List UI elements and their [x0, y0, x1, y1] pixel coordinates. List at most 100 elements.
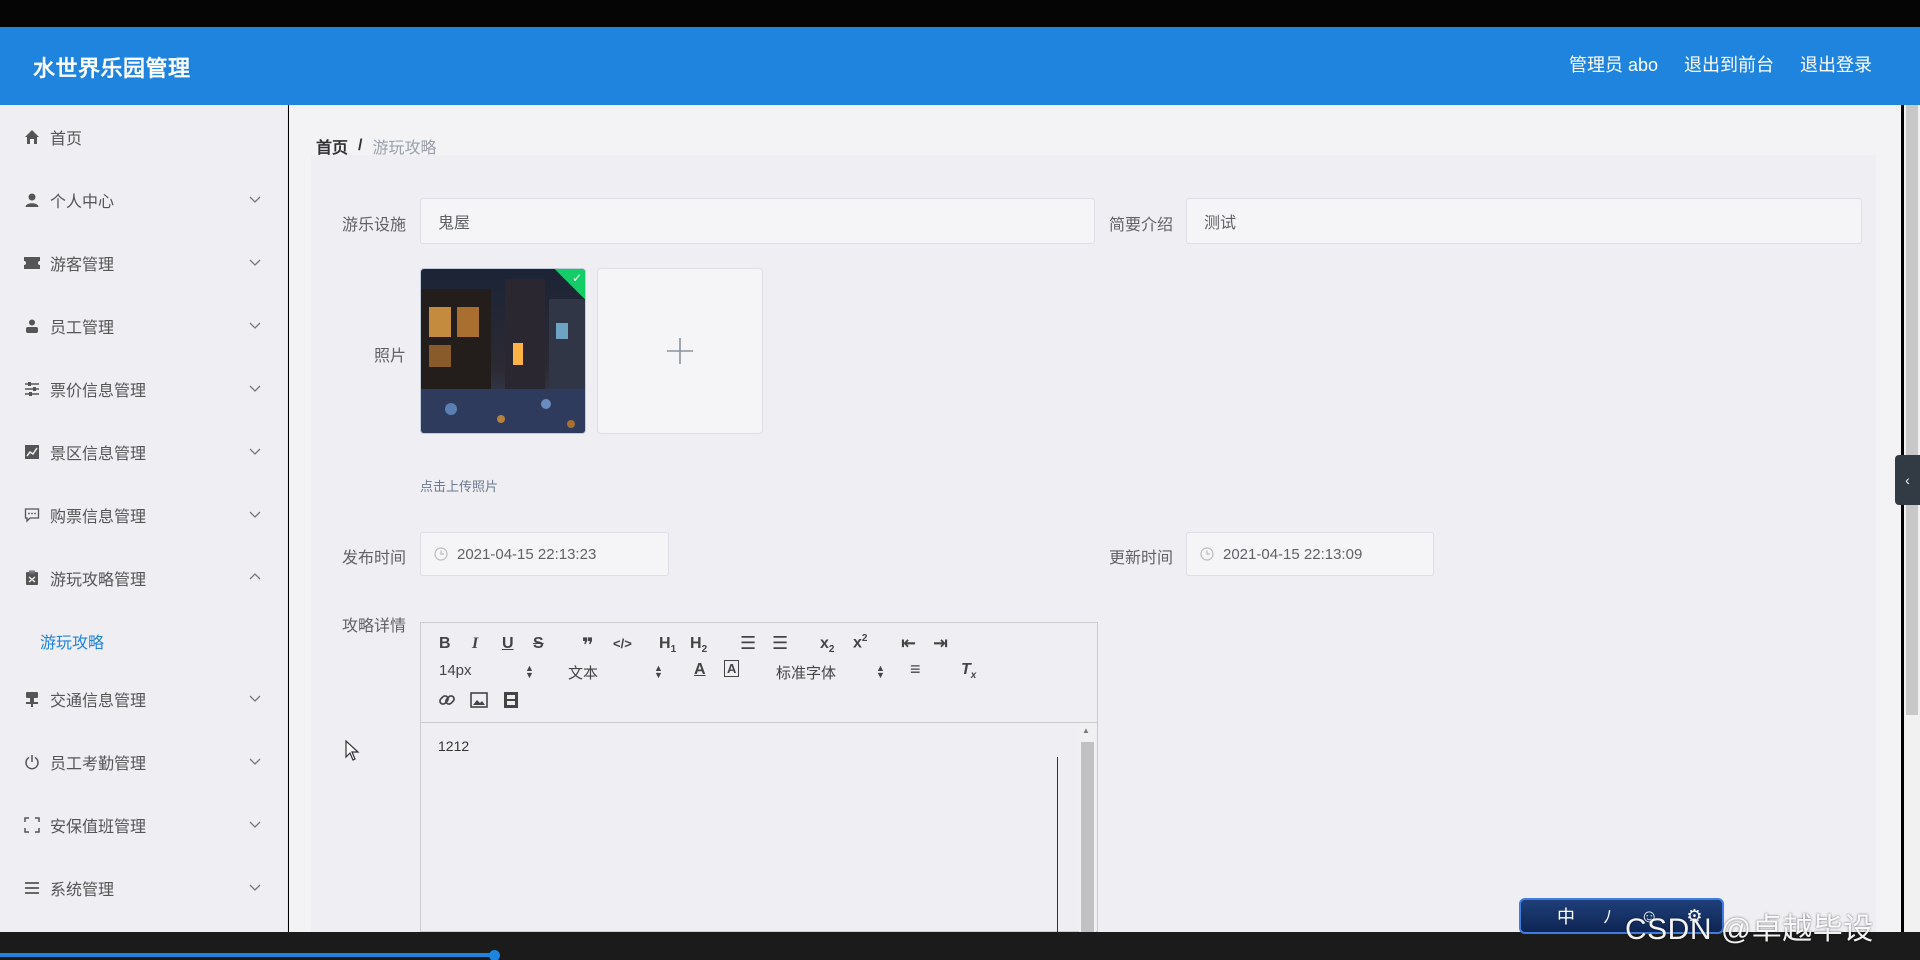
sidebar-item-scenic-area[interactable]: 景区信息管理 [0, 432, 288, 472]
sidebar-item-label: 交通信息管理 [50, 693, 147, 710]
haunted-house-image [421, 269, 585, 433]
italic-icon[interactable]: I [472, 635, 478, 653]
chevron-down-icon [249, 758, 261, 765]
subscript-icon[interactable]: x2 [820, 635, 834, 655]
heading1-icon[interactable]: H1 [659, 635, 676, 655]
sidebar-item-ticket-price[interactable]: 票价信息管理 [0, 369, 288, 409]
select-arrows-icon: ▲ ▼ [654, 663, 663, 680]
publish-time-label: 发布时间 [341, 550, 406, 567]
video-progress-handle[interactable] [489, 950, 500, 960]
page-scrollbar[interactable] [1904, 105, 1920, 932]
sidebar-item-ticket-purchase[interactable]: 购票信息管理 [0, 495, 288, 535]
facility-value: 鬼屋 [438, 215, 471, 232]
mouse-cursor-icon [345, 740, 360, 761]
font-size-select[interactable]: 14px ▲ ▼ [439, 662, 534, 680]
sidebar-item-play-guide-management[interactable]: 游玩攻略管理 [0, 558, 288, 598]
link-icon[interactable] [438, 691, 456, 709]
sidebar-item-label: 游玩攻略管理 [50, 572, 147, 589]
sidebar-item-home[interactable]: 首页 [0, 117, 288, 157]
power-icon [22, 752, 42, 772]
intro-label: 简要介绍 [1108, 217, 1173, 234]
header-format-select[interactable]: 文本 ▲ ▼ [568, 662, 663, 683]
app-title: 水世界乐园管理 [33, 56, 191, 81]
heading2-icon[interactable]: H2 [690, 635, 707, 655]
bullet-list-icon[interactable]: ☰ [772, 633, 788, 654]
detail-label: 攻略详情 [341, 618, 406, 635]
sidebar-item-label: 个人中心 [50, 194, 115, 211]
upload-photo-button[interactable] [597, 268, 763, 434]
sidebar-item-personal-center[interactable]: 个人中心 [0, 180, 288, 220]
sidebar-item-label: 员工考勤管理 [50, 756, 147, 773]
facility-input[interactable]: 鬼屋 [420, 198, 1095, 244]
background-color-icon[interactable]: A [723, 660, 740, 677]
image-icon[interactable] [470, 691, 488, 709]
align-icon[interactable]: ≡ [910, 659, 921, 680]
page-scrollbar-thumb[interactable] [1906, 105, 1918, 715]
chevron-down-icon [249, 196, 261, 203]
font-size-value: 14px [439, 662, 472, 679]
intro-value: 测试 [1204, 215, 1237, 232]
editor-scrollbar-thumb[interactable] [1081, 742, 1094, 932]
admin-user-link[interactable]: 管理员 abo [1569, 51, 1658, 77]
clipboard-icon [22, 568, 42, 588]
code-icon[interactable]: </> [613, 636, 632, 651]
font-color-icon[interactable]: A [694, 661, 706, 679]
chevron-down-icon [249, 385, 261, 392]
publish-time-value: 2021-04-15 22:13:23 [457, 545, 597, 563]
intro-input[interactable]: 测试 [1186, 198, 1862, 244]
plus-icon [667, 338, 693, 364]
header-nav: 管理员 abo 退出到前台 退出登录 [1569, 51, 1872, 77]
logout-link[interactable]: 退出登录 [1800, 51, 1872, 77]
update-time-picker[interactable]: 2021-04-15 22:13:09 [1186, 532, 1434, 576]
sliders-icon [22, 379, 42, 399]
stamp-icon [22, 689, 42, 709]
sidebar-item-traffic[interactable]: 交通信息管理 [0, 679, 288, 719]
scroll-up-icon[interactable]: ▲ [1082, 726, 1090, 735]
font-family-select[interactable]: 标准字体 ▲ ▼ [776, 662, 886, 683]
uploaded-photo[interactable]: ✓ [420, 268, 586, 434]
sidebar-item-attendance[interactable]: 员工考勤管理 [0, 742, 288, 782]
sidebar-item-visitors[interactable]: 游客管理 [0, 243, 288, 283]
chevron-up-icon [249, 573, 261, 580]
bold-icon[interactable]: B [439, 635, 451, 653]
chevron-down-icon [249, 511, 261, 518]
select-arrows-icon: ▲ ▼ [876, 663, 885, 680]
chevron-down-icon [249, 448, 261, 455]
rich-text-editor[interactable]: B I U S ❞ </> H1 H2 ☰ ☰ x2 x2 ⇤ ⇥ 14px ▲… [420, 622, 1098, 933]
clock-icon [1200, 547, 1214, 561]
ordered-list-icon[interactable]: ☰ [740, 633, 756, 654]
select-arrows-icon: ▲ ▼ [525, 663, 534, 680]
app-header: 水世界乐园管理 管理员 abo 退出到前台 退出登录 [0, 27, 1920, 105]
superscript-icon[interactable]: x2 [853, 633, 867, 652]
ime-chinese-mode[interactable]: 中 [1557, 903, 1575, 929]
indent-icon[interactable]: ⇥ [933, 633, 948, 654]
editor-content[interactable]: 1212 [438, 738, 469, 754]
editor-scrollbar[interactable]: ▲ [1079, 724, 1096, 932]
side-panel-toggle[interactable]: ‹ [1895, 455, 1920, 505]
strikethrough-icon[interactable]: S [533, 635, 544, 653]
exit-to-frontend-link[interactable]: 退出到前台 [1684, 51, 1774, 77]
video-icon[interactable] [502, 691, 520, 709]
sidebar-item-label: 首页 [50, 131, 83, 148]
ime-punct-mode[interactable]: ﾉ [1603, 903, 1612, 929]
facility-label: 游乐设施 [341, 217, 406, 234]
clear-format-icon[interactable]: Tx [961, 661, 976, 681]
update-time-value: 2021-04-15 22:13:09 [1223, 545, 1363, 563]
breadcrumb-separator: / [358, 137, 363, 154]
sidebar-item-staff[interactable]: 员工管理 [0, 306, 288, 346]
sidebar-subitem-play-guide[interactable]: 游玩攻略 [40, 629, 104, 653]
sidebar-item-security-duty[interactable]: 安保值班管理 [0, 805, 288, 845]
publish-time-picker[interactable]: 2021-04-15 22:13:23 [420, 532, 669, 576]
sidebar-item-label: 景区信息管理 [50, 446, 147, 463]
video-progress-bar[interactable] [0, 953, 495, 957]
sidebar-item-system[interactable]: 系统管理 [0, 868, 288, 908]
sidebar-item-label: 安保值班管理 [50, 819, 147, 836]
update-time-label: 更新时间 [1108, 550, 1173, 567]
blockquote-icon[interactable]: ❞ [582, 633, 594, 658]
sidebar-item-label: 员工管理 [50, 320, 115, 337]
comment-icon [22, 505, 42, 525]
outdent-icon[interactable]: ⇤ [901, 633, 916, 654]
check-icon: ✓ [571, 271, 582, 285]
editor-caret [1057, 757, 1058, 933]
underline-icon[interactable]: U [502, 635, 514, 653]
